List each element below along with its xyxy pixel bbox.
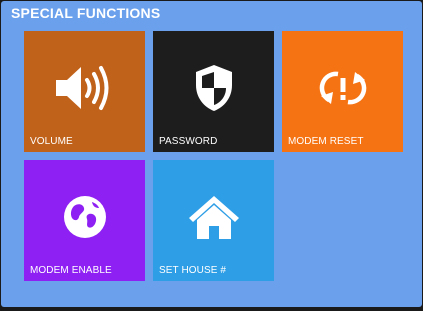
modem-reset-tile[interactable]: MODEM RESET [282, 31, 403, 152]
modem-enable-tile[interactable]: MODEM ENABLE [24, 160, 145, 281]
special-functions-panel: SPECIAL FUNCTIONS VOLUME PASSWORD MODEM … [1, 1, 422, 307]
password-tile[interactable]: PASSWORD [153, 31, 274, 152]
password-label: PASSWORD [159, 136, 218, 147]
speaker-volume-icon [24, 57, 145, 119]
modem-reset-label: MODEM RESET [288, 136, 364, 147]
home-icon [153, 186, 274, 248]
volume-label: VOLUME [30, 136, 73, 147]
reset-arrows-icon [282, 57, 403, 119]
shield-icon [153, 57, 274, 119]
panel-title: SPECIAL FUNCTIONS [11, 5, 161, 21]
volume-tile[interactable]: VOLUME [24, 31, 145, 152]
set-house-tile[interactable]: SET HOUSE # [153, 160, 274, 281]
globe-icon [24, 186, 145, 248]
set-house-label: SET HOUSE # [159, 265, 227, 276]
modem-enable-label: MODEM ENABLE [30, 265, 112, 276]
